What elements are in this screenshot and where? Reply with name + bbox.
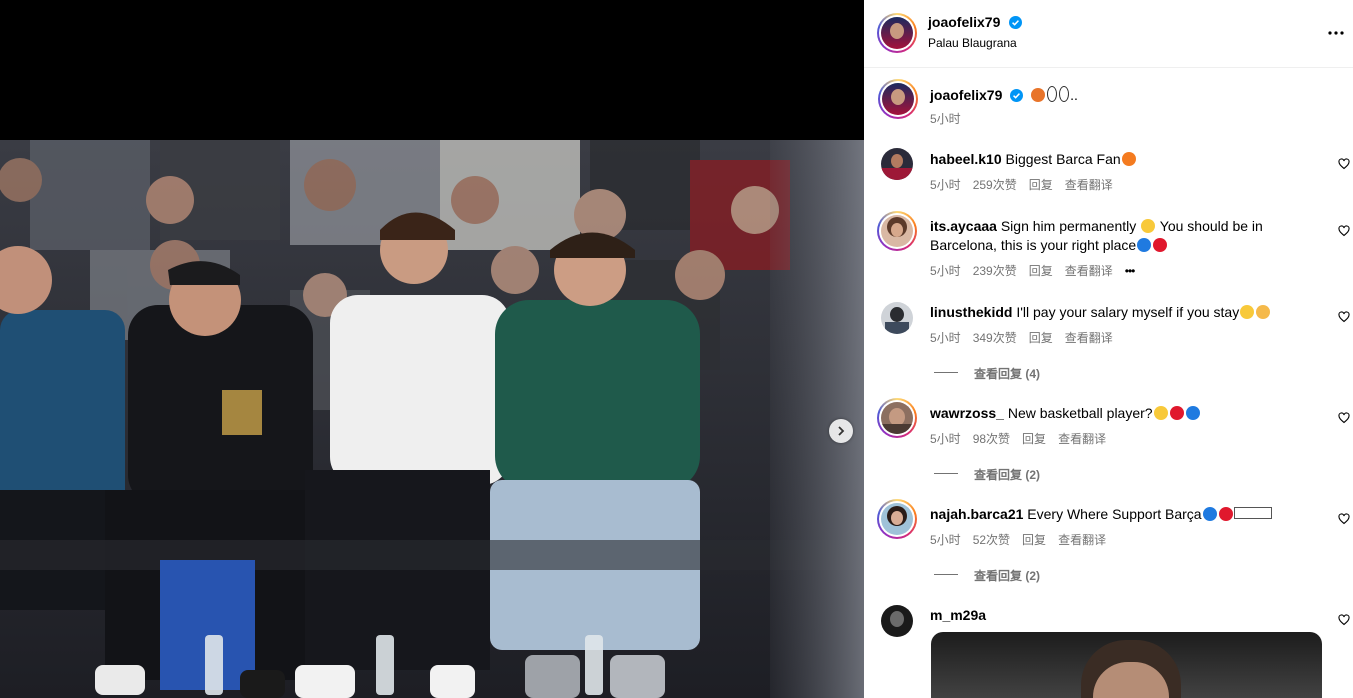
comment-avatar[interactable] [881, 148, 913, 180]
comment-time: 5小时 [930, 533, 961, 547]
reply-button[interactable]: 回复 [1029, 264, 1053, 278]
blue-heart-emoji-icon [1137, 238, 1152, 252]
comment-username[interactable]: its.aycaaa [930, 218, 997, 234]
comment-time: 5小时 [930, 264, 961, 278]
reply-button[interactable]: 回复 [1022, 432, 1046, 446]
comment-avatar[interactable] [881, 302, 913, 334]
view-replies-button[interactable]: 查看回复 (2) [974, 567, 1040, 584]
verified-badge-icon [1008, 16, 1022, 29]
blue-heart-emoji-icon [1202, 507, 1217, 521]
next-photo-button[interactable] [829, 419, 853, 443]
author-username[interactable]: joaofelix79 [928, 14, 1000, 30]
blue-heart-emoji-icon [1185, 406, 1200, 420]
translate-button[interactable]: 查看翻译 [1058, 533, 1106, 547]
crying-emoji-icon [1240, 305, 1255, 319]
comment-options-button[interactable]: ••• [1125, 264, 1136, 278]
crying-emoji-icon [1153, 406, 1168, 420]
comment-likes[interactable]: 98次赞 [973, 432, 1010, 446]
comment-time: 5小时 [930, 432, 961, 446]
comment-likes[interactable]: 239次赞 [973, 264, 1017, 278]
heart-outline-icon[interactable] [1338, 225, 1350, 237]
comment-avatar[interactable] [877, 499, 917, 539]
caption-avatar[interactable] [878, 79, 918, 119]
comment-avatar[interactable] [877, 398, 917, 438]
heart-outline-icon[interactable] [1338, 158, 1350, 170]
eyes-emoji-icon [1047, 86, 1058, 102]
fire-emoji-icon [1121, 152, 1136, 166]
eyes-emoji-icon [1059, 86, 1070, 102]
comment-avatar[interactable] [877, 211, 917, 251]
replies-divider [934, 372, 958, 373]
translate-button[interactable]: 查看翻译 [1065, 331, 1113, 345]
comment-meta: 5小时 259次赞 回复 查看翻译 [930, 176, 1125, 193]
comment-text: Sign him permanently [1000, 218, 1137, 234]
comment-body: najah.barca21 Every Where Support Barça [930, 505, 1275, 524]
comment-likes[interactable]: 52次赞 [973, 533, 1010, 547]
caption-time: 5小时 [930, 112, 961, 126]
replies-divider [934, 574, 958, 575]
caption-username[interactable]: joaofelix79 [930, 87, 1002, 103]
comment-image[interactable] [931, 632, 1322, 698]
more-horizontal-icon[interactable] [1327, 27, 1345, 39]
post-header: joaofelix79 Palau Blaugrana [864, 0, 1353, 68]
comment-text: Every Where Support Barça [1027, 506, 1202, 522]
comment-meta: 5小时 52次赞 回复 查看翻译 [930, 531, 1118, 548]
view-replies-button[interactable]: 查看回复 (2) [974, 466, 1040, 483]
comment-body: wawrzoss_ New basketball player? [930, 404, 1275, 423]
comment-likes[interactable]: 259次赞 [973, 178, 1017, 192]
comment-time: 5小时 [930, 178, 961, 192]
comment-body: m_m29a [930, 606, 1275, 625]
comment-text: I'll pay your salary myself if you stay [1016, 304, 1240, 320]
view-replies-button[interactable]: 查看回复 (4) [974, 365, 1040, 382]
caption-suffix: .. [1070, 87, 1078, 103]
replies-divider [934, 473, 958, 474]
comment-meta: 5小时 349次赞 回复 查看翻译 [930, 329, 1125, 346]
heart-outline-icon[interactable] [1338, 412, 1350, 424]
comment-avatar[interactable] [881, 605, 913, 637]
comment-text-2: You should be in [1159, 218, 1263, 234]
heart-outline-icon[interactable] [1338, 513, 1350, 525]
comment-username[interactable]: najah.barca21 [930, 506, 1023, 522]
comment-username[interactable]: habeel.k10 [930, 151, 1002, 167]
red-heart-emoji-icon [1218, 507, 1233, 521]
heart-outline-icon[interactable] [1338, 614, 1350, 626]
translate-button[interactable]: 查看翻译 [1065, 264, 1113, 278]
post-location[interactable]: Palau Blaugrana [928, 36, 1017, 50]
translate-button[interactable]: 查看翻译 [1058, 432, 1106, 446]
comment-text-3: Barcelona, this is your right place [930, 237, 1137, 253]
comment-body: its.aycaaa Sign him permanently You shou… [930, 217, 1275, 255]
comment-username[interactable]: linusthekidd [930, 304, 1012, 320]
reply-button[interactable]: 回复 [1029, 331, 1053, 345]
chevron-right-icon [838, 426, 845, 436]
comment-meta: 5小时 239次赞 回复 查看翻译 ••• [930, 262, 1146, 279]
praying-hands-emoji-icon [1256, 305, 1271, 319]
crying-emoji-icon [1141, 219, 1156, 233]
red-heart-emoji-icon [1153, 238, 1168, 252]
comment-text: Biggest Barca Fan [1005, 151, 1121, 167]
post-photo [0, 140, 864, 698]
reply-button[interactable]: 回复 [1029, 178, 1053, 192]
comment-time: 5小时 [930, 331, 961, 345]
comment-likes[interactable]: 349次赞 [973, 331, 1017, 345]
caption-text: joaofelix79 .. [930, 86, 1078, 103]
reply-button[interactable]: 回复 [1022, 533, 1046, 547]
heart-outline-icon[interactable] [1338, 311, 1350, 323]
red-heart-emoji-icon [1169, 406, 1184, 420]
comment-meta: 5小时 98次赞 回复 查看翻译 [930, 430, 1118, 447]
basketball-emoji-icon [1031, 88, 1046, 102]
comment-username[interactable]: wawrzoss_ [930, 405, 1004, 421]
translate-button[interactable]: 查看翻译 [1065, 178, 1113, 192]
verified-badge-icon [1010, 89, 1024, 102]
unrendered-emoji-icon [1233, 507, 1272, 519]
comment-username[interactable]: m_m29a [930, 607, 986, 623]
comment-body: habeel.k10 Biggest Barca Fan [930, 150, 1275, 169]
author-avatar[interactable] [877, 13, 917, 53]
post-sidebar: joaofelix79 Palau Blaugrana joaofelix79 … [864, 0, 1353, 698]
comment-body: linusthekidd I'll pay your salary myself… [930, 303, 1275, 322]
post-media[interactable] [0, 0, 864, 698]
comment-text: New basketball player? [1007, 405, 1153, 421]
